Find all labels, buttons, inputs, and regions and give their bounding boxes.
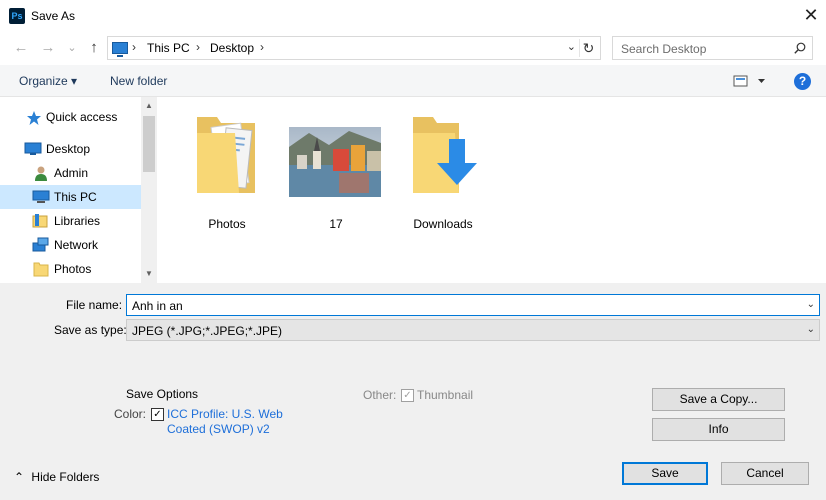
nav-item-network[interactable]: Network xyxy=(0,233,141,257)
thumbnail-checkbox: ✓ xyxy=(401,389,414,402)
chevron-up-icon: ⌃ xyxy=(14,470,25,484)
nav-item-label: This PC xyxy=(54,190,97,204)
new-folder-button[interactable]: New folder xyxy=(110,74,167,88)
search-icon[interactable] xyxy=(794,42,806,54)
folder-icon xyxy=(33,262,49,277)
nav-item-admin[interactable]: Admin xyxy=(0,161,141,185)
close-button[interactable]: ✕ xyxy=(796,0,826,31)
recent-locations-button[interactable]: ⌄ xyxy=(63,39,81,57)
nav-item-this-pc[interactable]: This PC xyxy=(0,185,141,209)
icc-profile-line1: ICC Profile: U.S. Web xyxy=(167,407,283,421)
downloads-folder-icon xyxy=(413,117,477,193)
icc-profile-line2: Coated (SWOP) v2 xyxy=(167,422,270,436)
cancel-button[interactable]: Cancel xyxy=(721,462,809,485)
address-dropdown-icon[interactable]: ⌄ xyxy=(567,40,576,53)
thumbnail-label: Thumbnail xyxy=(417,388,474,402)
file-label: 17 xyxy=(329,217,343,231)
hide-folders-button[interactable]: ⌃ Hide Folders xyxy=(14,470,99,484)
save-type-label: Save as type: xyxy=(54,323,127,337)
refresh-button[interactable]: ↻ xyxy=(579,39,597,57)
breadcrumb-chevron-icon[interactable]: › xyxy=(260,40,264,54)
folder-documents-icon xyxy=(197,117,255,193)
nav-item-photos[interactable]: Photos xyxy=(0,257,141,281)
scroll-down-icon[interactable]: ▼ xyxy=(141,266,157,282)
file-label: Photos xyxy=(208,217,246,231)
chevron-down-icon[interactable]: ⌄ xyxy=(807,324,815,335)
save-type-select[interactable]: JPEG (*.JPG;*.JPEG;*.JPE) ⌄ xyxy=(126,319,820,341)
back-button[interactable]: ← xyxy=(12,39,30,57)
image-thumbnail-icon xyxy=(289,127,381,197)
scroll-up-icon[interactable]: ▲ xyxy=(141,98,157,114)
user-icon xyxy=(35,166,47,181)
libraries-icon xyxy=(32,214,48,228)
search-box[interactable]: Search Desktop xyxy=(612,36,813,60)
nav-item-label: Quick access xyxy=(46,110,118,124)
file-name-field[interactable]: Anh in an ⌄ xyxy=(126,294,820,316)
up-button[interactable]: ↑ xyxy=(85,39,103,57)
file-name-label: File name: xyxy=(66,298,123,312)
window-title: Save As xyxy=(31,9,76,23)
breadcrumb-chevron-icon[interactable]: › xyxy=(196,40,200,54)
icc-profile-text[interactable]: ICC Profile: U.S. Web Coated (SWOP) v2 xyxy=(167,407,297,437)
address-bar[interactable]: › This PC › Desktop › ⌄ ↻ xyxy=(107,36,601,60)
info-button[interactable]: Info xyxy=(652,418,785,441)
save-a-copy-button[interactable]: Save a Copy... xyxy=(652,388,785,411)
breadcrumb-desktop[interactable]: Desktop xyxy=(210,41,254,55)
file-item-photos[interactable]: Photos xyxy=(177,113,277,231)
file-item-downloads[interactable]: Downloads xyxy=(393,113,493,231)
nav-item-label: Photos xyxy=(54,262,92,276)
save-form: File name: Anh in an ⌄ Save as type: JPE… xyxy=(0,283,826,500)
help-button[interactable]: ? xyxy=(794,73,811,90)
navigation-pane: Quick access Desktop Admin This PC Libra… xyxy=(0,97,141,283)
nav-item-quick-access[interactable]: Quick access xyxy=(0,105,141,129)
icc-profile-checkbox[interactable]: ✓ xyxy=(151,408,164,421)
file-label: Downloads xyxy=(413,217,473,231)
other-label: Other: xyxy=(363,388,397,402)
nav-pane-scrollbar[interactable]: ▲ ▼ xyxy=(141,97,157,283)
navigation-bar: ← → ⌄ ↑ › This PC › Desktop › ⌄ ↻ Search… xyxy=(0,31,826,65)
save-button[interactable]: Save xyxy=(622,462,708,485)
hide-folders-label: Hide Folders xyxy=(31,470,100,484)
photoshop-app-icon: Ps xyxy=(9,8,25,24)
nav-item-label: Admin xyxy=(54,166,89,180)
title-bar: Ps Save As ✕ xyxy=(0,0,826,31)
scroll-thumb[interactable] xyxy=(143,116,155,172)
breadcrumb-this-pc[interactable]: This PC xyxy=(147,41,190,55)
nav-item-label: Libraries xyxy=(54,214,101,228)
nav-item-label: Network xyxy=(54,238,99,252)
color-label: Color: xyxy=(114,407,147,421)
nav-item-libraries[interactable]: Libraries xyxy=(0,209,141,233)
computer-icon xyxy=(32,190,50,203)
computer-icon xyxy=(112,42,128,57)
nav-item-label: Desktop xyxy=(46,142,91,156)
desktop-icon xyxy=(24,142,42,155)
chevron-down-icon[interactable]: ⌄ xyxy=(807,299,815,310)
file-item-17[interactable]: 17 xyxy=(286,113,386,231)
save-type-value: JPEG (*.JPG;*.JPEG;*.JPE) xyxy=(132,324,283,338)
view-options-icon[interactable] xyxy=(733,74,767,88)
file-list: Photos 17 Downloads xyxy=(157,97,826,283)
file-name-input[interactable]: Anh in an xyxy=(132,299,183,313)
organize-menu[interactable]: Organize ▾ xyxy=(19,74,77,88)
forward-button[interactable]: → xyxy=(39,39,57,57)
search-input[interactable]: Search Desktop xyxy=(621,42,706,56)
star-icon xyxy=(27,111,41,125)
save-options-title: Save Options xyxy=(126,387,199,401)
network-icon xyxy=(32,237,49,252)
command-bar: Organize ▾ New folder ? xyxy=(0,65,826,97)
breadcrumb-chevron-icon[interactable]: › xyxy=(132,40,136,54)
nav-item-desktop[interactable]: Desktop xyxy=(0,137,141,161)
